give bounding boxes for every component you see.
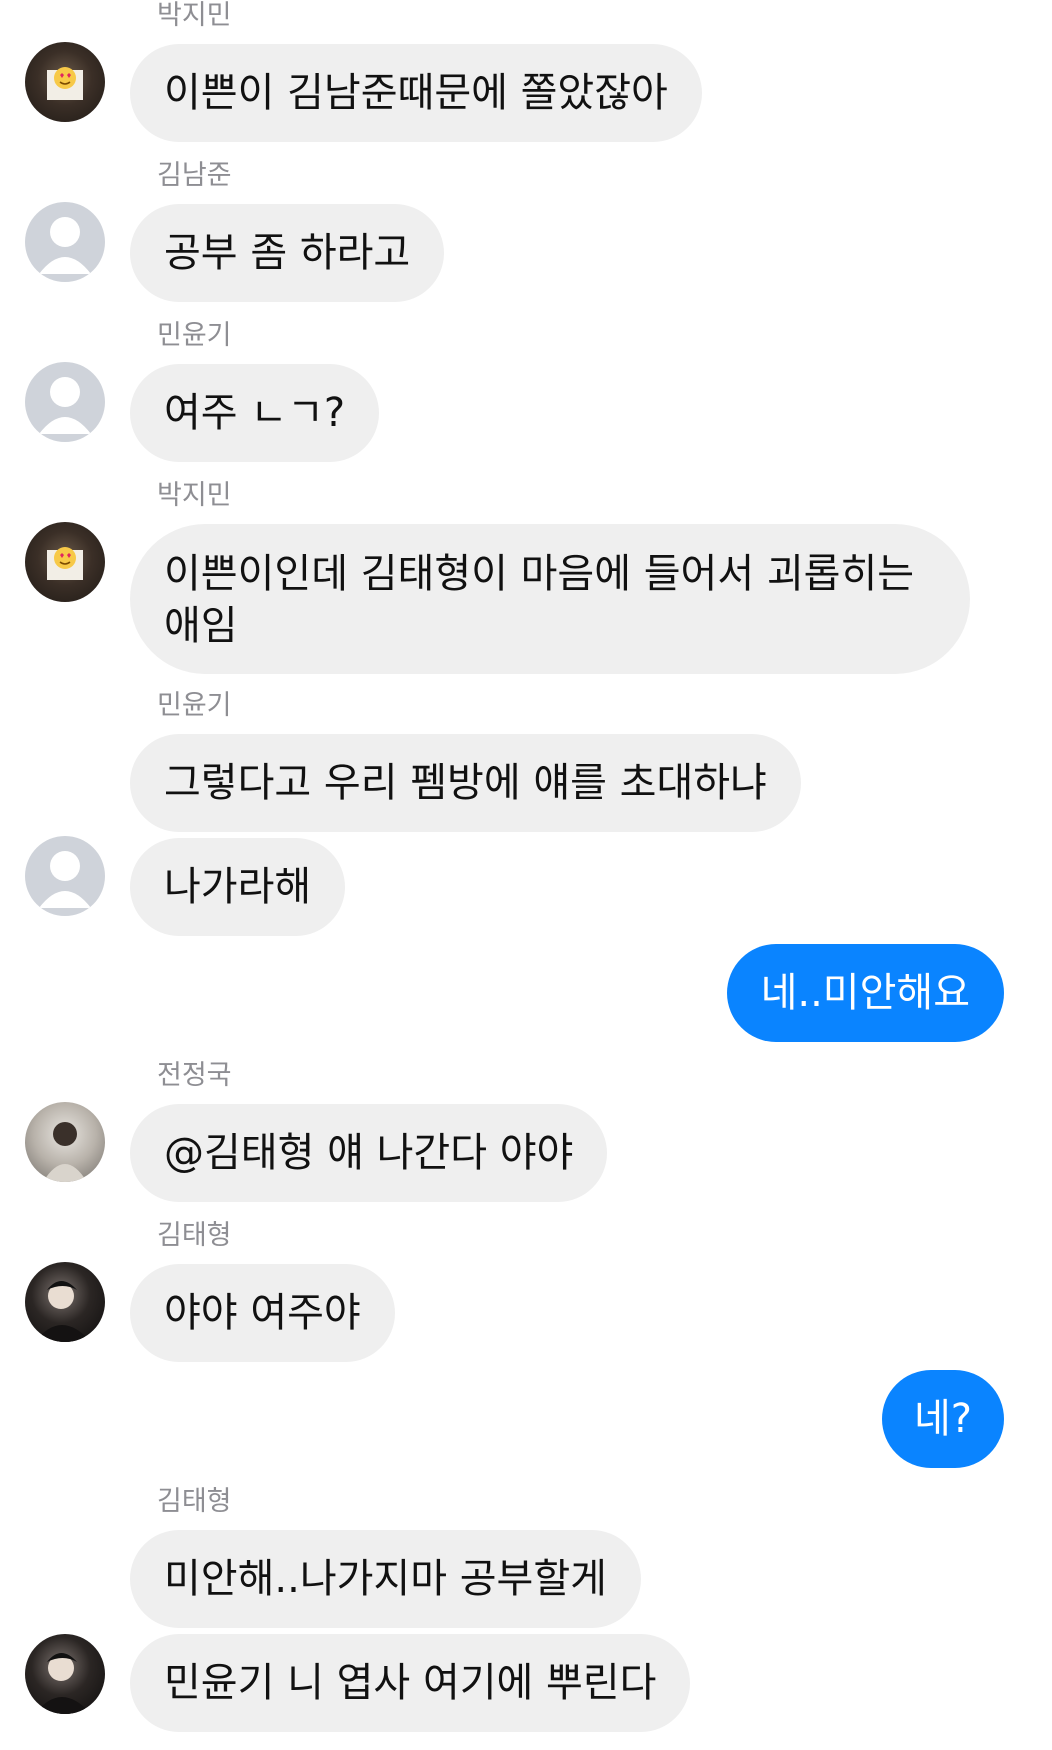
profile-photo-icon: [35, 1653, 91, 1714]
message-bubble[interactable]: @김태형 얘 나간다 야야: [130, 1104, 608, 1202]
sent-message-bubble[interactable]: 네?: [881, 1370, 1004, 1468]
profile-photo-icon: [35, 1281, 91, 1342]
heart-eyes-emoji-icon: [47, 67, 83, 100]
default-user-icon: [39, 217, 91, 274]
sender-name: 박지민: [157, 480, 232, 511]
sender-name: 김태형: [157, 1486, 232, 1517]
sender-name: 민윤기: [157, 690, 232, 721]
sent-message-bubble[interactable]: 네..미안해요: [726, 944, 1004, 1042]
avatar[interactable]: [25, 836, 105, 916]
default-user-icon: [39, 851, 91, 908]
message-bubble[interactable]: 이쁜이인데 김태형이 마음에 들어서 괴롭히는 애임: [130, 524, 970, 674]
message-bubble[interactable]: 여주 ㄴㄱ?: [130, 364, 380, 462]
avatar[interactable]: [25, 362, 105, 442]
profile-photo-icon: [43, 1122, 87, 1182]
avatar[interactable]: [25, 1634, 105, 1714]
sender-name: 김태형: [157, 1220, 232, 1251]
sender-name: 김남준: [157, 160, 232, 191]
heart-eyes-emoji-icon: [47, 547, 83, 580]
message-bubble[interactable]: 민윤기 니 엽사 여기에 뿌린다: [130, 1634, 691, 1732]
message-bubble[interactable]: 공부 좀 하라고: [130, 204, 445, 302]
avatar[interactable]: [25, 42, 105, 122]
sender-name: 전정국: [157, 1060, 232, 1091]
sender-name: 박지민: [157, 0, 232, 31]
message-bubble[interactable]: 나가라해: [130, 838, 346, 936]
avatar[interactable]: [25, 202, 105, 282]
default-user-icon: [39, 377, 91, 434]
avatar[interactable]: [25, 1262, 105, 1342]
message-bubble[interactable]: 이쁜이 김남준때문에 쫄았잖아: [130, 44, 702, 142]
sender-name: 민윤기: [157, 320, 232, 351]
message-bubble[interactable]: 미안해..나가지마 공부할게: [130, 1530, 641, 1628]
avatar[interactable]: [25, 1102, 105, 1182]
message-bubble[interactable]: 야야 여주야: [130, 1264, 395, 1362]
message-bubble[interactable]: 그렇다고 우리 펨방에 얘를 초대하냐: [130, 734, 801, 832]
avatar[interactable]: [25, 522, 105, 602]
